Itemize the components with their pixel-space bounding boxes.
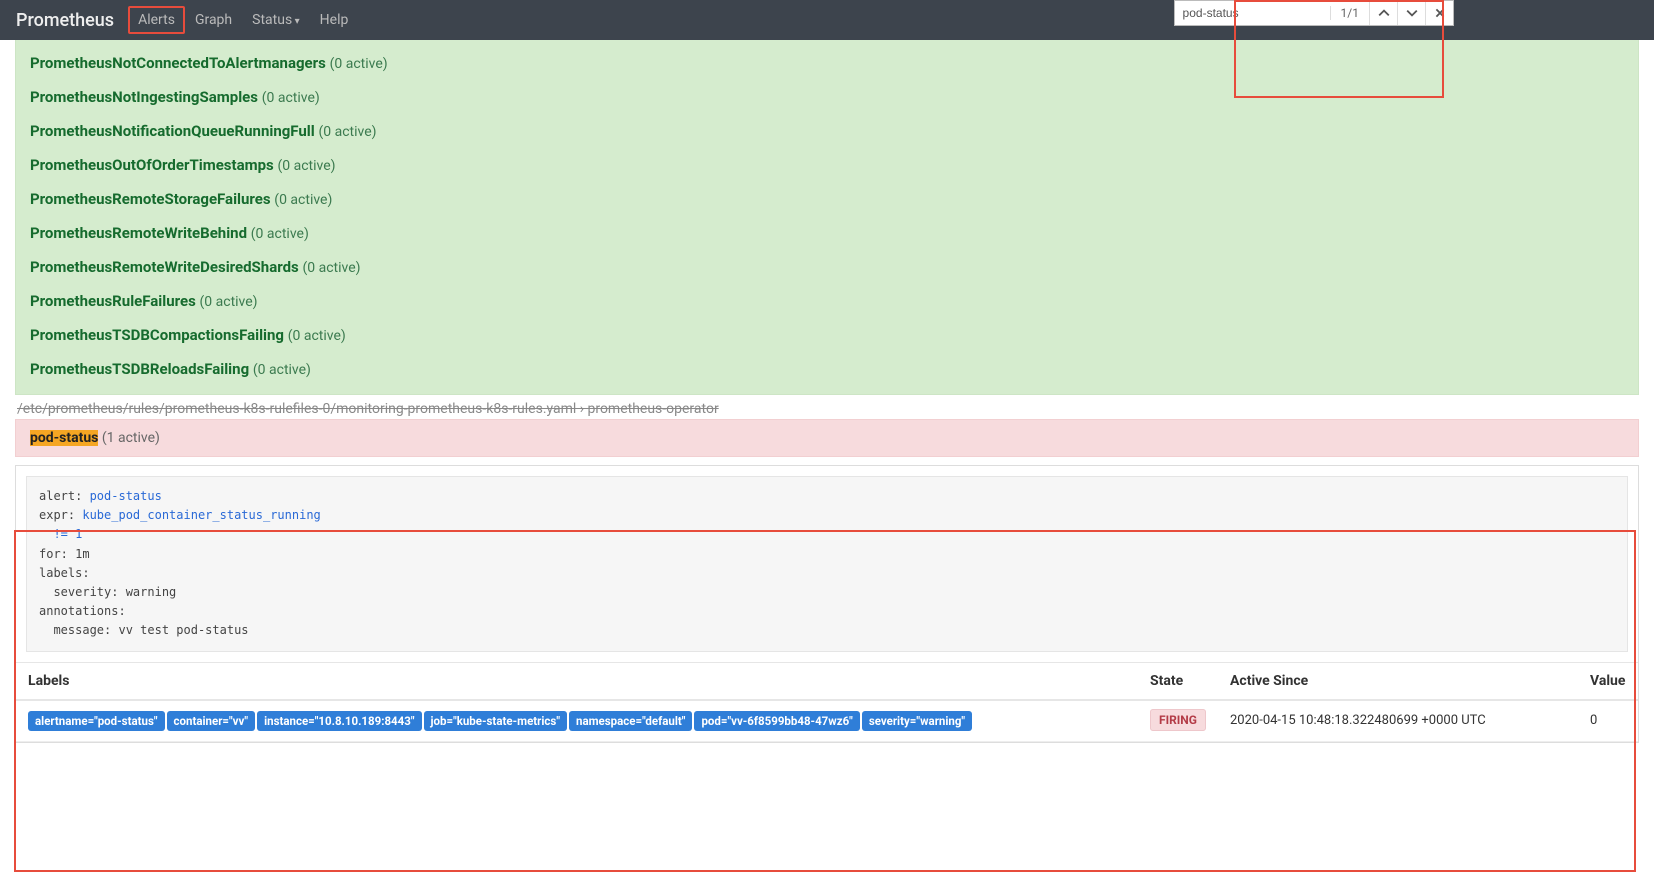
alert-instances-table: Labels State Active Since Value alertnam… [16, 662, 1638, 742]
alert-count: (0 active) [253, 362, 311, 378]
alert-row[interactable]: PrometheusTSDBReloadsFailing (0 active) [16, 352, 1638, 386]
alert-instances-table-wrap: Labels State Active Since Value alertnam… [16, 662, 1638, 742]
alert-row[interactable]: PrometheusRemoteStorageFailures (0 activ… [16, 182, 1638, 216]
alert-name: PrometheusTSDBReloadsFailing [30, 360, 253, 378]
label-pill: namespace="default" [569, 711, 692, 731]
alert-count: (0 active) [274, 192, 332, 208]
label-pill: instance="10.8.10.189:8443" [257, 711, 421, 731]
alert-name: PrometheusOutOfOrderTimestamps [30, 156, 277, 174]
alert-row[interactable]: PrometheusTSDBCompactionsFailing (0 acti… [16, 318, 1638, 352]
firing-alert-detail: alert: pod-status expr: kube_pod_contain… [15, 465, 1639, 743]
alert-name: PrometheusRuleFailures [30, 292, 200, 310]
alert-name: PrometheusNotConnectedToAlertmanagers [30, 54, 330, 72]
table-row: alertname="pod-status"container="vv"inst… [16, 700, 1638, 742]
alert-row[interactable]: PrometheusNotificationQueueRunningFull (… [16, 114, 1638, 148]
cell-since: 2020-04-15 10:48:18.322480699 +0000 UTC [1218, 700, 1578, 742]
alert-expr-link[interactable]: kube_pod_container_status_running [82, 508, 320, 522]
col-state: State [1138, 662, 1218, 700]
alert-row[interactable]: PrometheusRemoteWriteDesiredShards (0 ac… [16, 250, 1638, 284]
alert-count: (0 active) [330, 56, 388, 72]
col-value: Value [1578, 662, 1638, 700]
nav-alerts[interactable]: Alerts [128, 6, 185, 34]
cell-value: 0 [1578, 700, 1638, 742]
alert-row[interactable]: PrometheusRemoteWriteBehind (0 active) [16, 216, 1638, 250]
find-next-button[interactable] [1397, 1, 1425, 25]
nav-help[interactable]: Help [310, 4, 359, 36]
nav-graph[interactable]: Graph [185, 4, 242, 36]
find-input[interactable] [1175, 4, 1330, 22]
label-pill: pod="vv-6f8599bb48-47wz6" [694, 711, 859, 731]
alert-count: (0 active) [288, 328, 346, 344]
alert-name: PrometheusNotificationQueueRunningFull [30, 122, 318, 140]
cell-state: FIRING [1138, 700, 1218, 742]
inactive-alerts-group: PrometheusNotConnectedToAlertmanagers (0… [15, 40, 1639, 395]
alert-name: PrometheusRemoteWriteBehind [30, 224, 251, 242]
firing-alert-header[interactable]: pod-status (1 active) [15, 419, 1639, 457]
alert-name: PrometheusNotIngestingSamples [30, 88, 262, 106]
alert-count: (0 active) [318, 124, 376, 140]
alert-count: (0 active) [200, 294, 258, 310]
cell-labels: alertname="pod-status"container="vv"inst… [16, 700, 1138, 742]
label-pill: container="vv" [167, 711, 256, 731]
alert-row[interactable]: PrometheusNotConnectedToAlertmanagers (0… [16, 46, 1638, 80]
alert-count: (0 active) [302, 260, 360, 276]
alert-name-link[interactable]: pod-status [90, 489, 162, 503]
alert-rule-code: alert: pod-status expr: kube_pod_contain… [26, 476, 1628, 652]
find-in-page-bar: 1/1 [1174, 0, 1454, 26]
brand[interactable]: Prometheus [16, 10, 114, 31]
state-badge: FIRING [1150, 709, 1206, 731]
alert-row[interactable]: PrometheusNotIngestingSamples (0 active) [16, 80, 1638, 114]
content: PrometheusNotConnectedToAlertmanagers (0… [0, 40, 1654, 743]
col-since: Active Since [1218, 662, 1578, 700]
firing-alert-count: (1 active) [102, 430, 160, 446]
alert-name: PrometheusTSDBCompactionsFailing [30, 326, 288, 344]
navbar: Prometheus Alerts Graph Status Help 1/1 [0, 0, 1654, 40]
find-close-button[interactable] [1425, 1, 1453, 25]
alert-name: PrometheusRemoteWriteDesiredShards [30, 258, 302, 276]
alert-row[interactable]: PrometheusRuleFailures (0 active) [16, 284, 1638, 318]
label-pill: job="kube-state-metrics" [424, 711, 567, 731]
alert-count: (0 active) [277, 158, 335, 174]
nav-status[interactable]: Status [242, 4, 310, 36]
col-labels: Labels [16, 662, 1138, 700]
find-prev-button[interactable] [1369, 1, 1397, 25]
find-count: 1/1 [1330, 6, 1369, 20]
alert-count: (0 active) [251, 226, 309, 242]
alert-row[interactable]: PrometheusOutOfOrderTimestamps (0 active… [16, 148, 1638, 182]
label-pill: alertname="pod-status" [28, 711, 165, 731]
alert-name: PrometheusRemoteStorageFailures [30, 190, 274, 208]
rule-file-path: /etc/prometheus/rules/prometheus-k8s-rul… [15, 395, 1639, 417]
firing-alert-name: pod-status [30, 430, 98, 446]
alert-count: (0 active) [262, 90, 320, 106]
label-pill: severity="warning" [862, 711, 972, 731]
